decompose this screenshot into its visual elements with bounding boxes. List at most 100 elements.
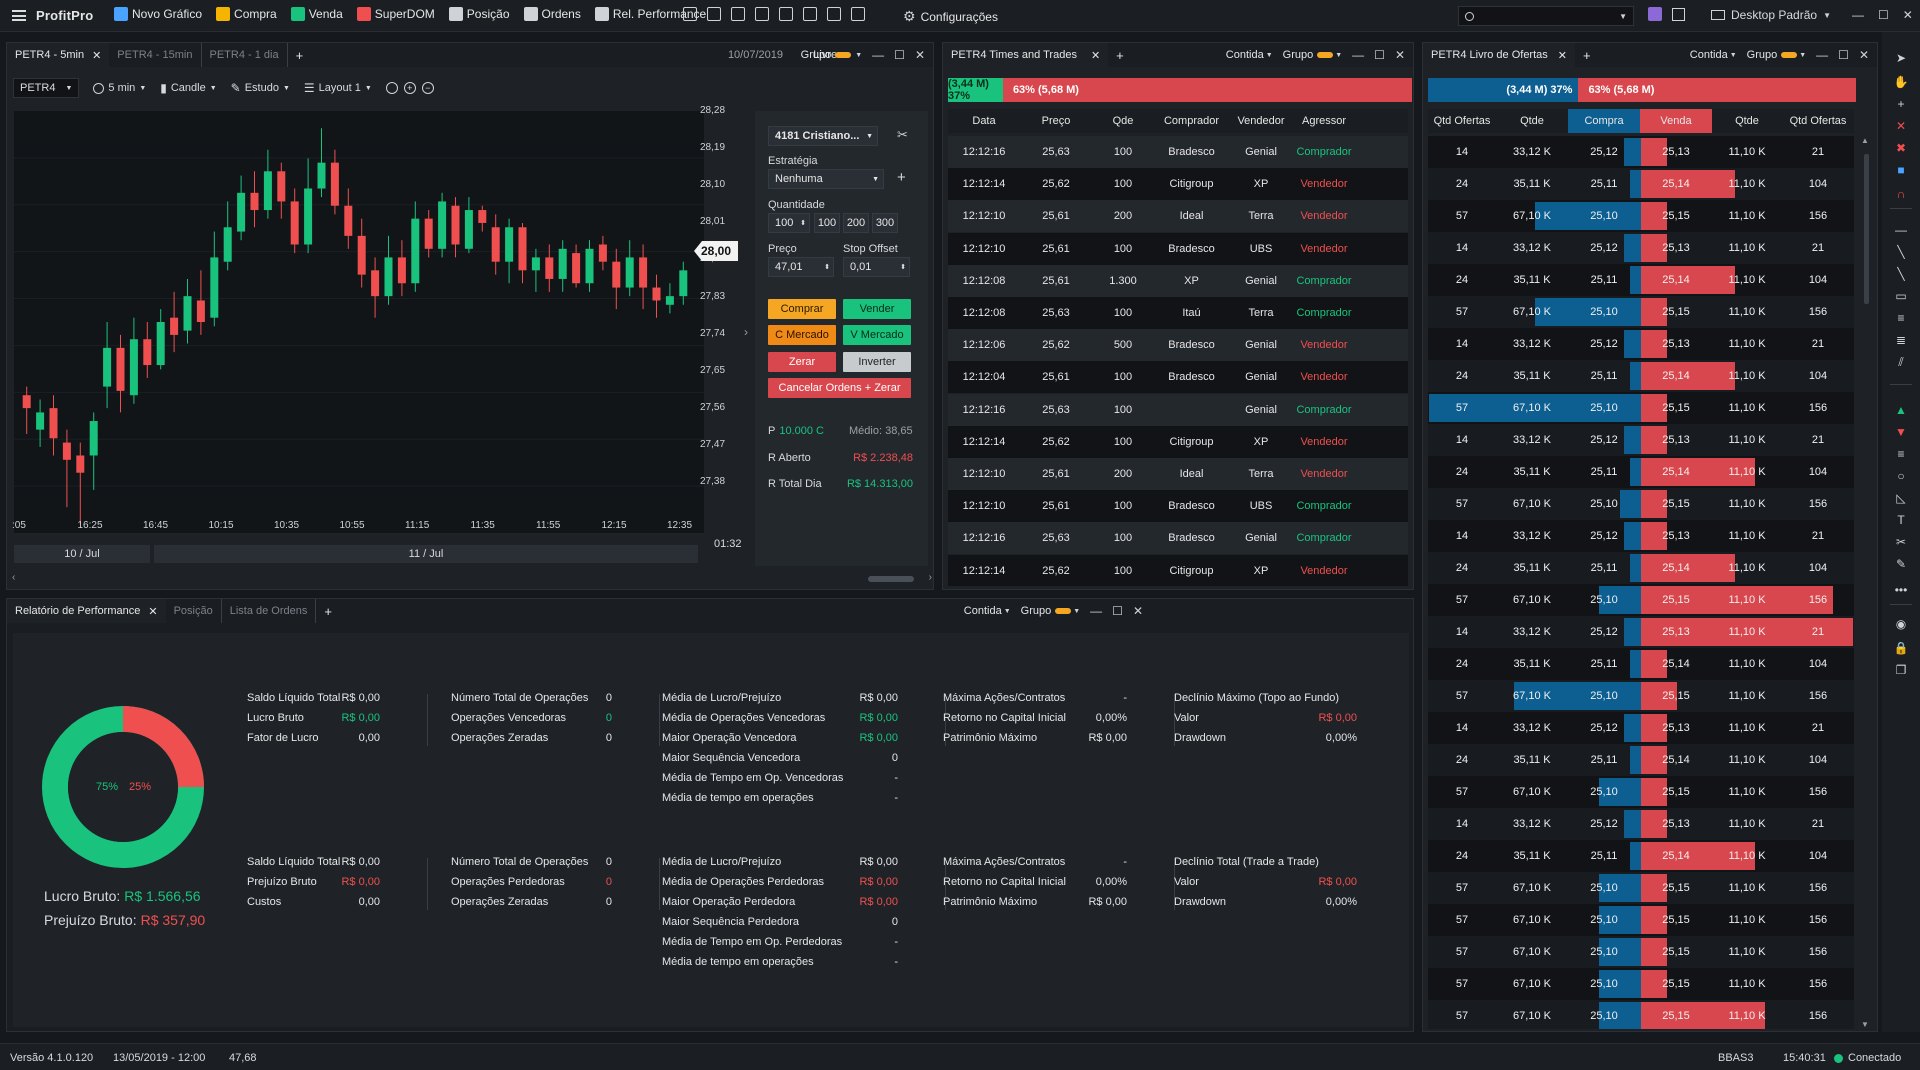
trendline-icon[interactable]: ╲ <box>1893 244 1909 260</box>
arrow-down-icon[interactable]: ▼ <box>1893 424 1909 440</box>
lines-icon[interactable]: ≡ <box>1893 446 1909 462</box>
group-select[interactable]: Grupo <box>801 49 832 61</box>
book-row[interactable]: 24 35,11 K 25,11 25,14 11,10 K 104 <box>1428 648 1854 680</box>
table-row[interactable]: 12:12:10 25,61 100 Bradesco UBS Comprador <box>948 490 1408 523</box>
book-row[interactable]: 14 33,12 K 25,12 25,13 11,10 K 21 <box>1428 424 1854 456</box>
text-icon[interactable]: T <box>1893 512 1909 528</box>
buy-market-button[interactable]: C Mercado <box>768 325 836 345</box>
table-row[interactable]: 12:12:04 25,61 100 Bradesco Genial Vendedor <box>948 361 1408 394</box>
book-row[interactable]: 14 33,12 K 25,12 25,13 11,10 K 21 <box>1428 136 1854 168</box>
minimize-icon[interactable]: — <box>1852 8 1864 22</box>
add-tab-icon[interactable]: + <box>286 43 312 67</box>
price-input[interactable]: 47,01 ⬍ <box>768 257 834 277</box>
book-row[interactable]: 14 33,12 K 25,12 25,13 11,10 K 21 <box>1428 808 1854 840</box>
table-row[interactable]: 12:12:10 25,61 100 Bradesco UBS Vendedor <box>948 232 1408 265</box>
tab-petr4-5min[interactable]: PETR4 - 5min ✕ <box>7 43 110 67</box>
group-color-tag[interactable] <box>835 52 852 58</box>
table-row[interactable]: 12:12:08 25,61 1.300 XP Genial Comprador <box>948 264 1408 297</box>
more-icon[interactable]: ••• <box>1893 582 1909 598</box>
close-icon[interactable]: ✕ <box>148 605 157 618</box>
qty-input[interactable]: 100 ⬍ <box>768 213 810 233</box>
arrow-up-icon[interactable]: ▲ <box>1893 402 1909 418</box>
copy-icon[interactable]: ❐ <box>1893 662 1909 678</box>
minimize-icon[interactable]: — <box>1816 48 1828 62</box>
hand-icon[interactable]: ✋ <box>1893 74 1909 90</box>
tools-icon[interactable]: ✂ <box>897 127 908 143</box>
trades-table[interactable]: 12:12:16 25,63 100 Bradesco Genial Comprador 1… <box>948 136 1408 586</box>
table-row[interactable]: 12:12:14 25,62 100 Citigroup XP Vendedor <box>948 554 1408 586</box>
book-row[interactable]: 57 67,10 K 25,10 25,15 11,10 K 156 <box>1428 296 1854 328</box>
sell-button[interactable]: Vender <box>843 299 911 319</box>
book-row[interactable]: 24 35,11 K 25,11 25,14 11,10 K 104 <box>1428 552 1854 584</box>
chart-scrollbar[interactable]: ‹ › <box>12 572 932 584</box>
candlestick-chart[interactable] <box>14 111 704 533</box>
group-select[interactable]: Grupo <box>1283 49 1314 61</box>
table-row[interactable]: 12:12:16 25,63 100 Bradesco Genial Comprador <box>948 522 1408 555</box>
book-row[interactable]: 57 67,10 K 25,10 25,15 11,10 K 156 <box>1428 776 1854 808</box>
book-row[interactable]: 14 33,12 K 25,12 25,13 11,10 K 21 <box>1428 328 1854 360</box>
add-tab-icon[interactable]: + <box>315 599 340 623</box>
book-row[interactable]: 57 67,10 K 25,10 25,15 11,10 K 156 <box>1428 392 1854 424</box>
book-row[interactable]: 24 35,11 K 25,11 25,14 11,10 K 104 <box>1428 744 1854 776</box>
book-row[interactable]: 24 35,11 K 25,11 25,14 11,10 K 104 <box>1428 456 1854 488</box>
book-row[interactable]: 57 67,10 K 25,10 25,15 11,10 K 156 <box>1428 680 1854 712</box>
close-icon[interactable]: ✕ <box>1558 49 1567 62</box>
close-icon[interactable]: ✕ <box>1893 118 1909 134</box>
column-header[interactable]: Comprador <box>1154 109 1229 133</box>
calendar-icon[interactable] <box>779 7 793 21</box>
table-row[interactable]: 12:12:10 25,61 200 Ideal Terra Vendedor <box>948 200 1408 233</box>
interval-select[interactable]: 5 min ▼ <box>93 82 146 94</box>
zoom-out-icon[interactable]: − <box>421 82 434 94</box>
tab-times-trades[interactable]: PETR4 Times and Trades ✕ <box>943 43 1109 67</box>
toolbar-novo-gr-fico-button[interactable]: Novo Gráfico <box>114 7 202 21</box>
ticker-select[interactable]: PETR4 ▼ <box>13 78 80 98</box>
zoom-in-icon[interactable]: + <box>403 82 416 94</box>
mode-select[interactable]: Contida <box>1690 49 1728 61</box>
close-icon[interactable]: ✕ <box>92 49 101 62</box>
book-row[interactable]: 57 67,10 K 25,10 25,15 11,10 K 156 <box>1428 904 1854 936</box>
buy-button[interactable]: Comprar <box>768 299 836 319</box>
qty-preset-100[interactable]: 100 <box>814 213 840 233</box>
scissors-icon[interactable]: ✂ <box>1893 534 1909 550</box>
ray-icon[interactable]: ╲ <box>1893 266 1909 282</box>
tab-order-book[interactable]: PETR4 Livro de Ofertas ✕ <box>1423 43 1575 67</box>
book-table[interactable]: 14 33,12 K 25,12 25,13 11,10 K 21 24 35,11 K 25,… <box>1428 136 1854 1029</box>
book-row[interactable]: 57 67,10 K 25,10 25,15 11,10 K 156 <box>1428 872 1854 904</box>
zoom-fit-icon[interactable] <box>385 82 398 94</box>
cancel-orders-button[interactable]: Cancelar Ordens + Zerar <box>768 378 911 398</box>
delete-all-icon[interactable]: ✖ <box>1893 140 1909 156</box>
table-row[interactable]: 12:12:06 25,62 500 Bradesco Genial Vendedor <box>948 329 1408 362</box>
minimize-icon[interactable]: — <box>872 48 884 62</box>
hamburger-icon[interactable] <box>12 10 26 21</box>
table-row[interactable]: 12:12:16 25,63 100 Bradesco Genial Comprador <box>948 136 1408 168</box>
column-header[interactable]: Preço <box>1020 109 1092 133</box>
gear-icon[interactable]: ⚙ <box>903 8 916 25</box>
eye-icon[interactable]: ◉ <box>1893 616 1909 632</box>
book-row[interactable]: 24 35,11 K 25,11 25,14 11,10 K 104 <box>1428 840 1854 872</box>
table-row[interactable]: 12:12:10 25,61 200 Ideal Terra Vendedor <box>948 458 1408 490</box>
column-header[interactable]: Qtde <box>1712 109 1782 133</box>
table-row[interactable]: 12:12:14 25,62 100 Citigroup XP Vendedor <box>948 168 1408 201</box>
time-axis[interactable]: :05 16:25 16:45 10:15 10:35 10:55 11:15 11:35 11… <box>12 520 704 536</box>
collapse-arrow-icon[interactable]: › <box>744 325 748 339</box>
tab-position[interactable]: Posição <box>166 599 221 623</box>
strategy-select[interactable]: Nenhuma ▼ <box>768 169 884 189</box>
logout-icon[interactable] <box>1672 7 1685 21</box>
invert-button[interactable]: Inverter <box>843 352 911 372</box>
mode-select[interactable]: Contida <box>1226 49 1264 61</box>
group-color-tag[interactable] <box>1055 608 1072 614</box>
workspace-select[interactable]: Desktop Padrão <box>1731 8 1817 22</box>
pen-icon[interactable]: ✎ <box>1893 556 1909 572</box>
grid-icon[interactable] <box>731 7 745 21</box>
book-icon[interactable] <box>707 7 721 21</box>
replay-icon[interactable] <box>683 7 697 21</box>
column-header[interactable]: Qtd Ofertas <box>1428 109 1496 133</box>
column-header[interactable]: Vendedor <box>1229 109 1293 133</box>
close-icon[interactable]: ✕ <box>915 48 925 62</box>
chart-style-select[interactable]: ▮ Candle ▼ <box>160 81 216 95</box>
sell-market-button[interactable]: V Mercado <box>843 325 911 345</box>
book-row[interactable]: 14 33,12 K 25,12 25,13 11,10 K 21 <box>1428 232 1854 264</box>
transfer-arrows-icon[interactable] <box>755 7 769 21</box>
book-scrollbar[interactable]: ▲ ▼ <box>1861 136 1871 1029</box>
tab-performance-report[interactable]: Relatório de Performance ✕ <box>7 599 166 623</box>
